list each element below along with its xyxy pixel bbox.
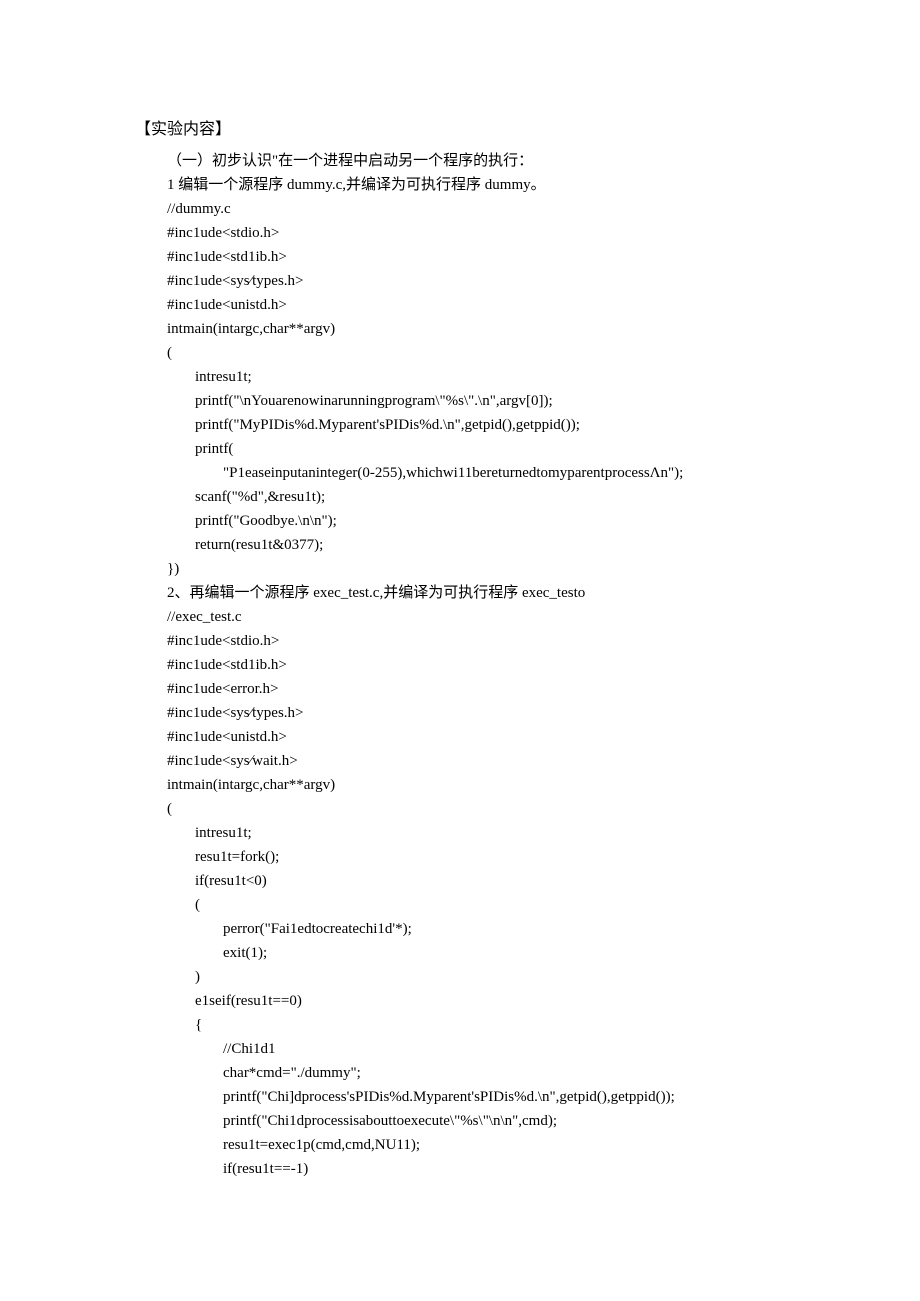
code-line: resu1t=fork(); [167, 845, 790, 869]
code-line: #inc1ude<sys∕types.h> [167, 269, 790, 293]
code-line: perror("Fai1edtocreatechi1d'*); [167, 917, 790, 941]
code-line: char*cmd="./dummy"; [167, 1061, 790, 1085]
code-line: intresu1t; [167, 365, 790, 389]
code-line: intmain(intargc,char**argv) [167, 317, 790, 341]
code-line: printf("Chi1dprocessisabouttoexecute\"%s… [167, 1109, 790, 1133]
code-line: （一）初步认识"在一个进程中启动另一个程序的执行： [167, 149, 790, 173]
code-line: #inc1ude<error.h> [167, 677, 790, 701]
code-line: printf("Chi]dprocess'sPIDis%d.Myparent's… [167, 1085, 790, 1109]
code-line: #inc1ude<sys∕types.h> [167, 701, 790, 725]
code-line: if(resu1t==-1) [167, 1157, 790, 1181]
code-line: 1 编辑一个源程序 dummy.c,并编译为可执行程序 dummy。 [167, 173, 790, 197]
code-line: #inc1ude<unistd.h> [167, 725, 790, 749]
code-line: //Chi1d1 [167, 1037, 790, 1061]
code-line: ( [167, 797, 790, 821]
code-line: printf("Goodbye.\n\n"); [167, 509, 790, 533]
code-line: if(resu1t<0) [167, 869, 790, 893]
code-line: printf( [167, 437, 790, 461]
code-line: #inc1ude<std1ib.h> [167, 653, 790, 677]
code-line: #inc1ude<stdio.h> [167, 629, 790, 653]
code-line: //dummy.c [167, 197, 790, 221]
code-line: e1seif(resu1t==0) [167, 989, 790, 1013]
code-line: resu1t=exec1p(cmd,cmd,NU11); [167, 1133, 790, 1157]
code-line: ( [167, 341, 790, 365]
code-line: printf("\nYouarenowinarunningprogram\"%s… [167, 389, 790, 413]
code-line: 2、再编辑一个源程序 exec_test.c,并编译为可执行程序 exec_te… [167, 581, 790, 605]
code-line: "P1easeinputaninteger(0-255),whichwi11be… [167, 461, 790, 485]
code-line: printf("MyPIDis%d.Myparent'sPIDis%d.\n",… [167, 413, 790, 437]
code-line: ( [167, 893, 790, 917]
code-line: //exec_test.c [167, 605, 790, 629]
code-line: ) [167, 965, 790, 989]
code-line: #inc1ude<sys∕wait.h> [167, 749, 790, 773]
code-line: intresu1t; [167, 821, 790, 845]
code-line: #inc1ude<std1ib.h> [167, 245, 790, 269]
code-line: #inc1ude<stdio.h> [167, 221, 790, 245]
code-line: intmain(intargc,char**argv) [167, 773, 790, 797]
code-line: return(resu1t&0377); [167, 533, 790, 557]
code-line: { [167, 1013, 790, 1037]
content-body: （一）初步认识"在一个进程中启动另一个程序的执行： 1 编辑一个源程序 dumm… [135, 149, 790, 1181]
section-title: 【实验内容】 [135, 115, 790, 139]
code-line: scanf("%d",&resu1t); [167, 485, 790, 509]
document-page: 【实验内容】 （一）初步认识"在一个进程中启动另一个程序的执行： 1 编辑一个源… [0, 0, 920, 1241]
code-line: #inc1ude<unistd.h> [167, 293, 790, 317]
code-line: }) [167, 557, 790, 581]
code-line: exit(1); [167, 941, 790, 965]
